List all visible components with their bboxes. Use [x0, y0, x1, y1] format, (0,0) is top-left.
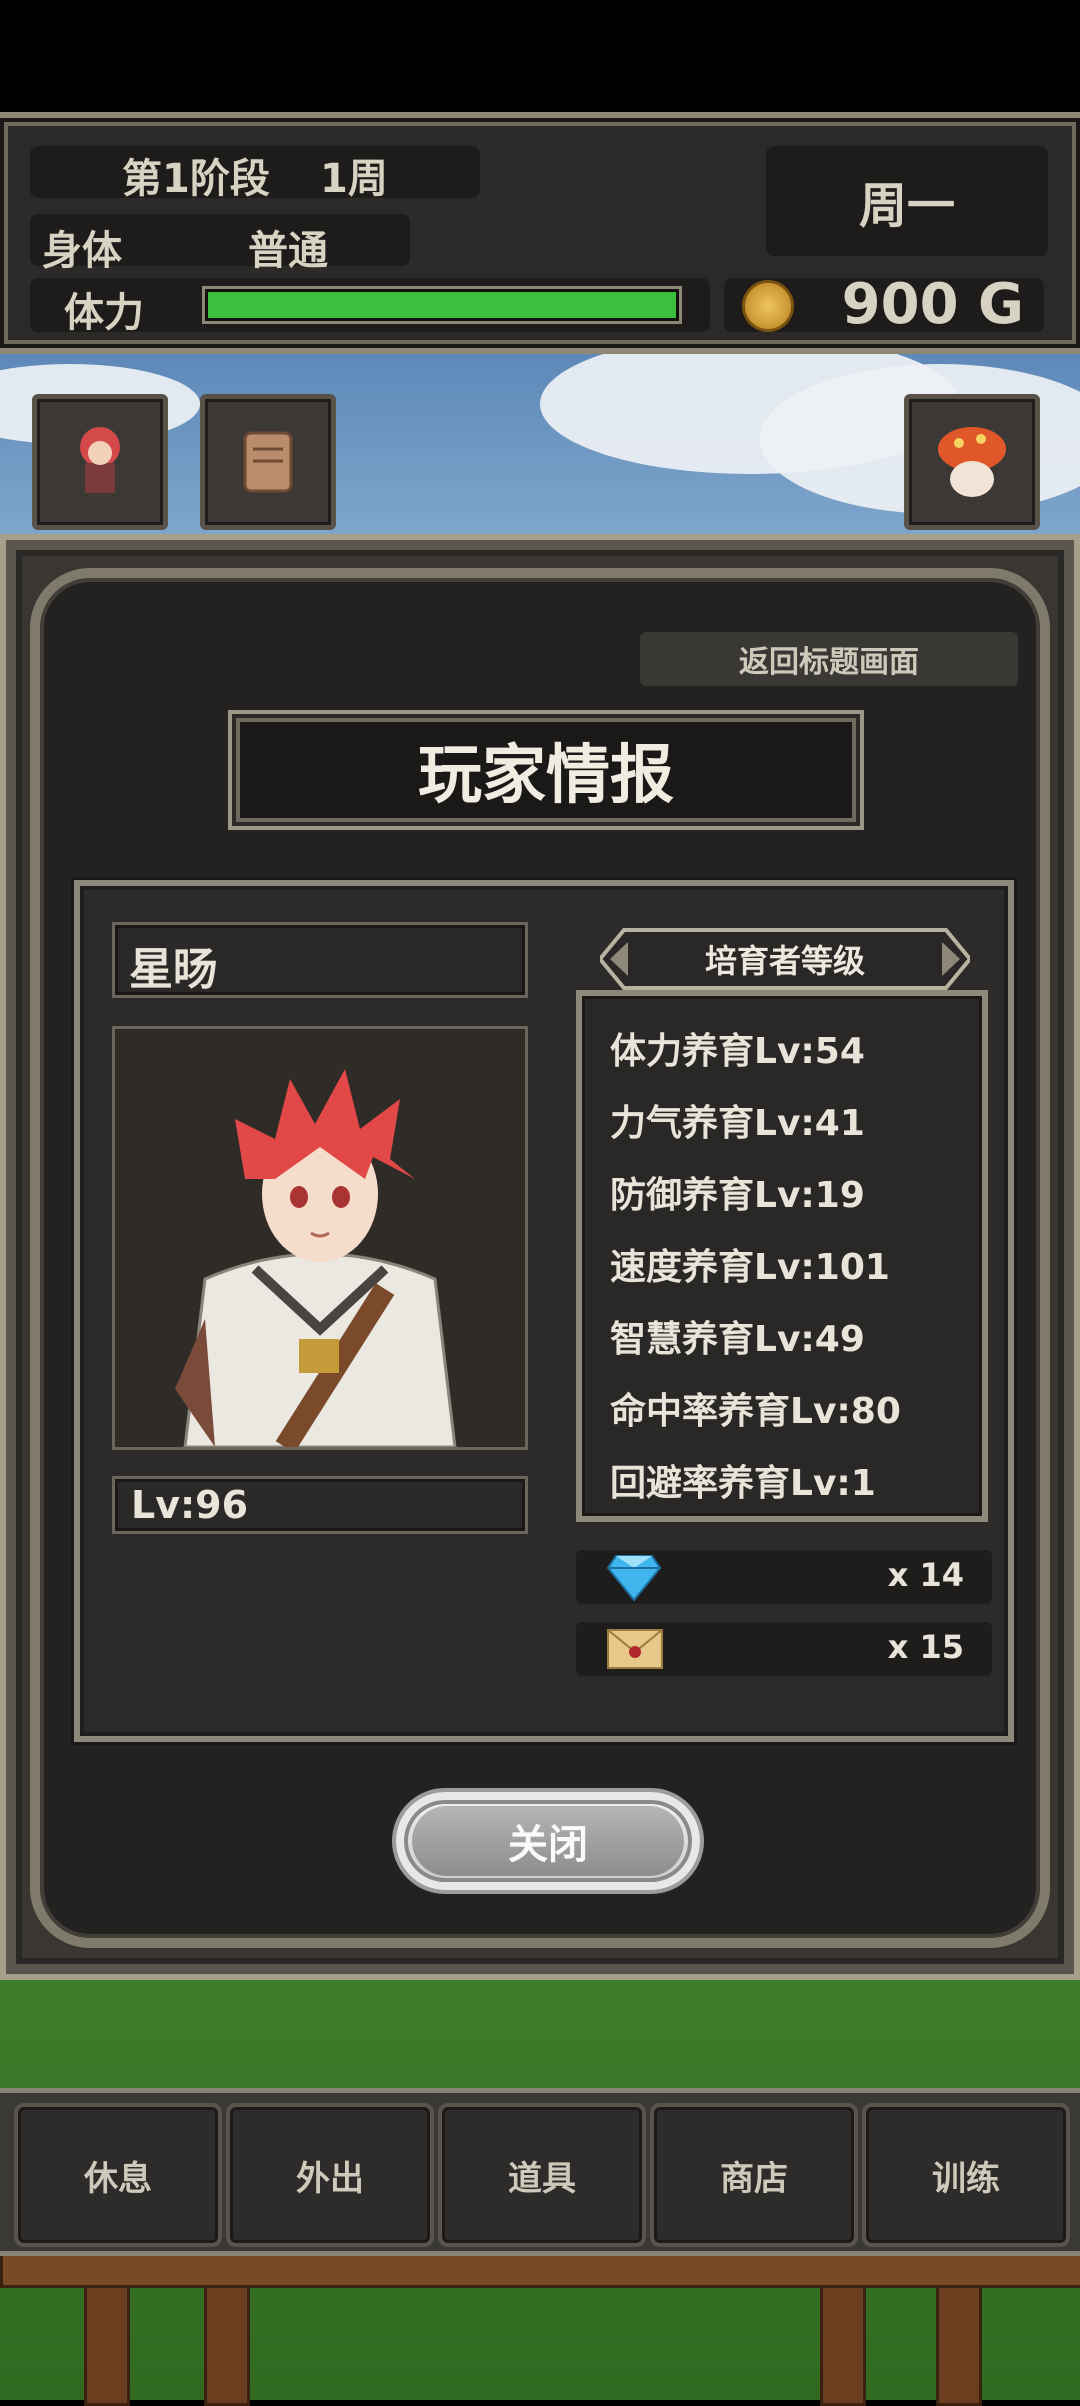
rest-button-label: 休息 [84, 2158, 152, 2199]
status-bar: 第1阶段 1周 身体 普通 体力 周一 900 G [0, 112, 1080, 354]
shop-button[interactable]: 商店 [650, 2103, 858, 2247]
diamond-count: x 14 [887, 1556, 964, 1594]
body-value: 普通 [248, 228, 328, 274]
go-out-button-label: 外出 [296, 2158, 364, 2199]
trainer-level-item: 力气养育Lv:41 [610, 1103, 865, 1144]
week-label: 1周 [320, 156, 388, 202]
trainer-level-items: 体力养育Lv:54 力气养育Lv:41 防御养育Lv:19 速度养育Lv:101… [610, 1016, 901, 1520]
trainer-level-header: 培育者等级 [600, 924, 970, 994]
scroll-icon [243, 431, 293, 493]
items-button-label: 道具 [508, 2158, 576, 2199]
modal-title-box: 玩家情报 [236, 718, 856, 822]
player-portrait-frame [112, 1026, 528, 1453]
gold-amount: 900 G [841, 272, 1024, 337]
trainer-level-header-label: 培育者等级 [704, 942, 865, 980]
trainer-level-item: 速度养育Lv:101 [610, 1247, 890, 1288]
training-button[interactable]: 训练 [862, 2103, 1070, 2247]
stage-label: 第1阶段 [122, 156, 270, 202]
stamina-bar-fill [208, 292, 676, 318]
body-box: 身体 普通 [30, 214, 410, 274]
player-name-box: 星旸 [112, 922, 528, 998]
player-level: Lv:96 [131, 1483, 249, 1527]
items-button[interactable]: 道具 [438, 2103, 646, 2247]
trainer-level-item: 防御养育Lv:19 [610, 1175, 865, 1216]
shop-button-label: 商店 [720, 2158, 788, 2199]
close-button-face: 关闭 [412, 1806, 684, 1876]
stamina-box: 体力 [30, 278, 710, 336]
player-info-panel: 星旸 Lv:96 培育者等级 体力养育Lv:54 力气养育Lv:41 防御养育L… [74, 880, 1014, 1742]
body-label: 身体 [42, 228, 122, 274]
trainer-level-item: 智慧养育Lv:49 [610, 1319, 865, 1360]
close-button[interactable]: 关闭 [392, 1788, 704, 1894]
player-level-box: Lv:96 [112, 1476, 528, 1534]
letter-count: x 15 [887, 1628, 964, 1666]
player-portrait-image [115, 1029, 525, 1453]
go-out-button[interactable]: 外出 [226, 2103, 434, 2247]
trainer-level-item: 体力养育Lv:54 [610, 1031, 865, 1072]
player-name: 星旸 [129, 944, 217, 995]
gold-box: 900 G [724, 272, 1044, 337]
character-portrait-button[interactable] [32, 394, 168, 530]
weekday-label: 周一 [858, 178, 955, 234]
letter-row: x 15 [576, 1622, 992, 1676]
trainer-level-list: 体力养育Lv:54 力气养育Lv:41 防御养育Lv:19 速度养育Lv:101… [576, 990, 988, 1522]
diamond-icon [606, 1555, 662, 1602]
character-sprite-icon [80, 427, 120, 493]
player-info-modal: 返回标题画面 玩家情报 星旸 Lv:96 培育者等级 体力养育Lv:54 力气养… [0, 534, 1080, 1980]
gold-coin-icon [742, 280, 794, 332]
mushroom-mascot-icon [938, 427, 1006, 497]
weekday-box: 周一 [766, 146, 1048, 256]
rest-button[interactable]: 休息 [14, 2103, 222, 2247]
close-button-label: 关闭 [508, 1822, 588, 1868]
trainer-level-item: 命中率养育Lv:80 [610, 1391, 901, 1432]
trainer-level-item: 回避率养育Lv:1 [610, 1463, 876, 1504]
diamond-row: x 14 [576, 1550, 992, 1604]
stamina-bar-track [202, 286, 682, 324]
modal-title: 玩家情报 [418, 739, 674, 813]
letter-envelope-icon [607, 1629, 663, 1669]
back-to-title-button[interactable]: 返回标题画面 [640, 632, 1018, 686]
back-to-title-label: 返回标题画面 [739, 645, 919, 680]
bottom-nav-bar: 休息 外出 道具 商店 训练 [0, 2088, 1080, 2256]
stage-week-box: 第1阶段 1周 [30, 146, 480, 202]
scroll-button[interactable] [200, 394, 336, 530]
training-button-label: 训练 [932, 2158, 1000, 2199]
modal-frame: 返回标题画面 玩家情报 星旸 Lv:96 培育者等级 体力养育Lv:54 力气养… [30, 568, 1050, 1948]
mascot-button[interactable] [904, 394, 1040, 530]
stamina-label: 体力 [64, 290, 144, 336]
